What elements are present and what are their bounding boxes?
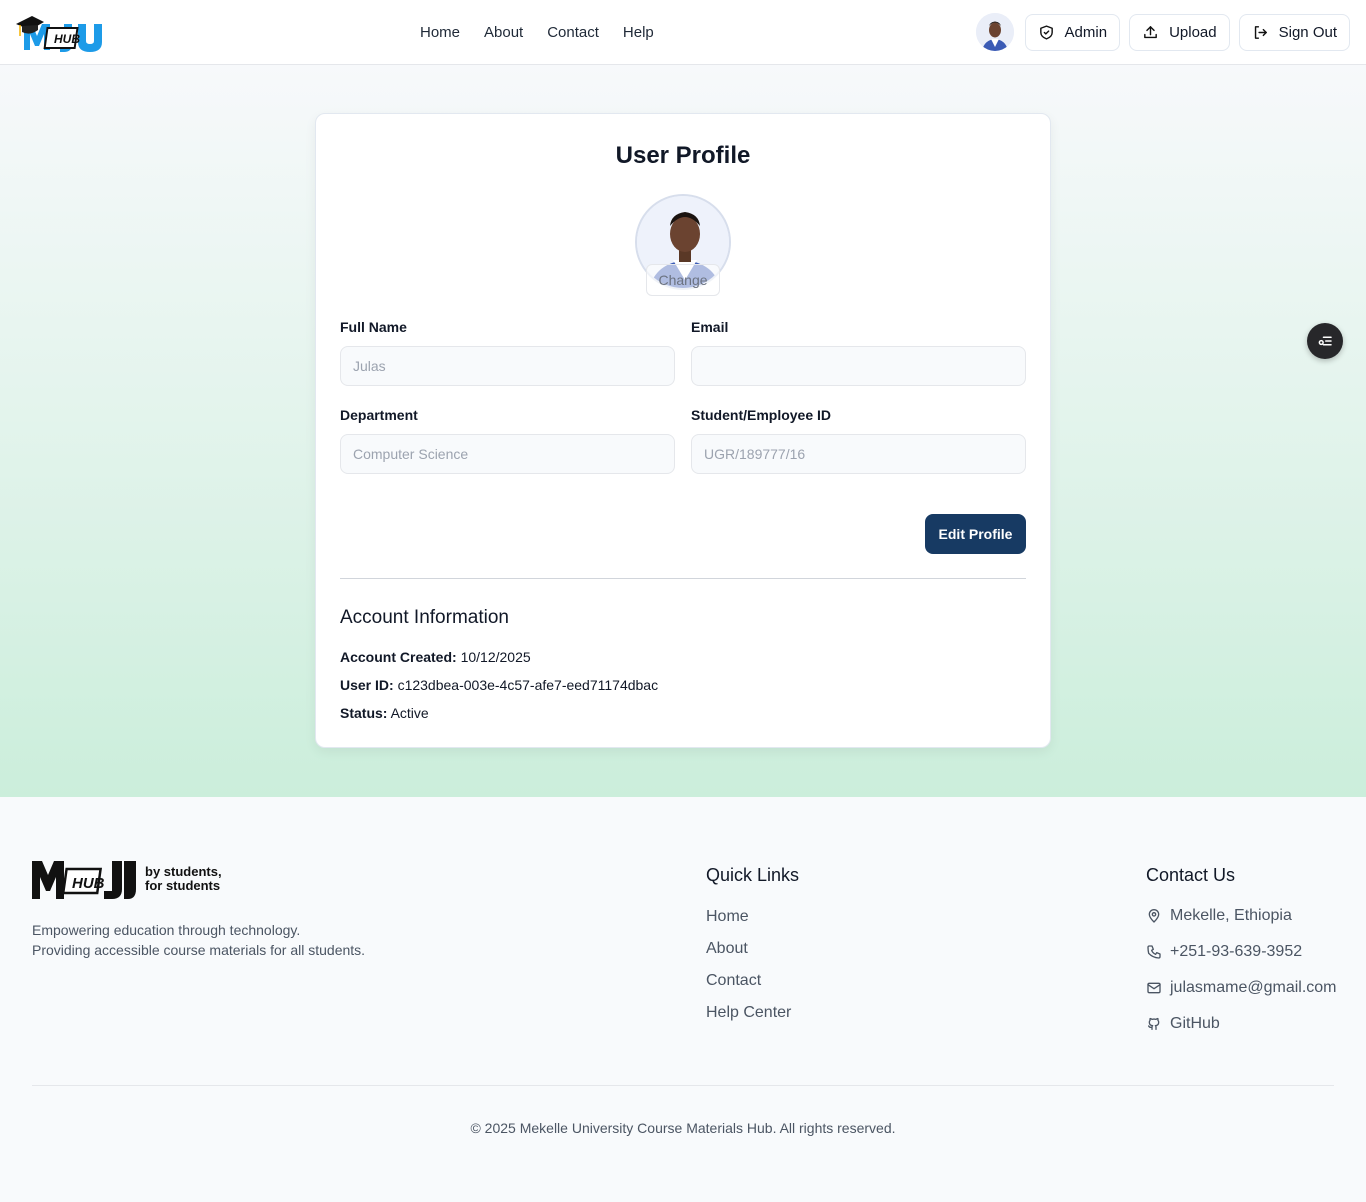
mail-icon xyxy=(1147,982,1161,994)
map-pin-icon xyxy=(1148,909,1160,923)
header-actions: Admin Upload Sign Out xyxy=(975,13,1350,51)
nav-home[interactable]: Home xyxy=(420,24,460,41)
account-info-title: Account Information xyxy=(340,607,509,628)
svg-text:for students: for students xyxy=(145,878,220,893)
contact-github[interactable]: GitHub xyxy=(1146,1015,1220,1033)
email-field[interactable] xyxy=(691,346,1026,386)
user-avatar[interactable] xyxy=(975,13,1014,51)
admin-label: Admin xyxy=(1064,23,1108,41)
quick-links-title: Quick Links xyxy=(706,865,800,885)
admin-button[interactable]: Admin xyxy=(1024,13,1121,51)
floating-menu-button[interactable] xyxy=(1307,323,1343,359)
user-id-value: c123dbea-003e-4c57-afe7-eed71174dbac xyxy=(397,677,659,693)
account-created-label: Account Created: xyxy=(340,649,457,665)
full-name-label: Full Name xyxy=(340,319,407,335)
email-text: julasmame@gmail.com xyxy=(1170,979,1337,996)
phone-icon xyxy=(1147,945,1161,959)
shield-icon xyxy=(1039,24,1053,40)
upload-button[interactable]: Upload xyxy=(1129,13,1230,51)
main-content: User Profile Change Full Name Email Depa… xyxy=(0,65,1366,797)
footer-logo[interactable]: HUB by students, for students xyxy=(32,859,242,903)
user-id-label: User ID: xyxy=(340,677,394,693)
tagline-line-1: Empowering education through technology. xyxy=(32,922,301,938)
footer-link-help-center[interactable]: Help Center xyxy=(706,1004,791,1022)
edit-profile-button[interactable]: Edit Profile xyxy=(925,514,1026,554)
sign-out-label: Sign Out xyxy=(1278,23,1337,41)
email-label: Email xyxy=(691,319,729,335)
upload-label: Upload xyxy=(1169,23,1217,41)
footer-link-home[interactable]: Home xyxy=(706,908,749,926)
sign-out-icon xyxy=(1254,25,1267,39)
svg-text:by students,: by students, xyxy=(145,864,222,879)
footer-divider xyxy=(32,1085,1334,1086)
list-settings-icon xyxy=(1318,336,1332,346)
location-text: Mekelle, Ethiopia xyxy=(1170,907,1292,924)
github-icon xyxy=(1148,1017,1160,1030)
copyright-text: © 2025 Mekelle University Course Materia… xyxy=(470,1120,896,1136)
main-nav: Home About Contact Help xyxy=(420,0,654,64)
nav-help[interactable]: Help xyxy=(623,24,654,41)
svg-text:HUB: HUB xyxy=(54,32,80,46)
sign-out-button[interactable]: Sign Out xyxy=(1238,13,1350,51)
site-footer: HUB by students, for students Empowering… xyxy=(0,797,1366,1202)
profile-card: User Profile Change Full Name Email Depa… xyxy=(315,113,1051,748)
department-field[interactable] xyxy=(340,434,675,474)
student-id-field[interactable] xyxy=(691,434,1026,474)
account-created-row: Account Created: 10/12/2025 xyxy=(340,649,531,665)
user-id-row: User ID: c123dbea-003e-4c57-afe7-eed7117… xyxy=(340,677,658,693)
status-label: Status: xyxy=(340,705,388,721)
student-id-label: Student/Employee ID xyxy=(691,407,832,423)
upload-icon xyxy=(1144,25,1157,38)
footer-link-contact[interactable]: Contact xyxy=(706,972,761,990)
nav-about[interactable]: About xyxy=(484,24,523,41)
contact-phone[interactable]: +251-93-639-3952 xyxy=(1146,943,1302,961)
phone-text: +251-93-639-3952 xyxy=(1170,943,1303,960)
tagline-line-2: Providing accessible course materials fo… xyxy=(32,942,366,958)
section-divider xyxy=(340,578,1026,579)
nav-contact[interactable]: Contact xyxy=(547,24,599,41)
footer-tagline: Empowering education through technology.… xyxy=(32,920,365,960)
top-header: HUB Home About Contact Help Admin Upload… xyxy=(0,0,1366,65)
contact-us-title: Contact Us xyxy=(1146,865,1236,885)
footer-link-about[interactable]: About xyxy=(706,940,748,958)
change-photo-button[interactable]: Change xyxy=(646,264,720,296)
status-value: Active xyxy=(390,705,429,721)
account-created-value: 10/12/2025 xyxy=(460,649,531,665)
contact-location: Mekelle, Ethiopia xyxy=(1146,907,1292,925)
page-title: User Profile xyxy=(615,142,751,169)
status-row: Status: Active xyxy=(340,705,429,721)
contact-email[interactable]: julasmame@gmail.com xyxy=(1146,979,1337,997)
site-logo[interactable]: HUB xyxy=(14,10,104,54)
department-label: Department xyxy=(340,407,418,423)
full-name-field[interactable] xyxy=(340,346,675,386)
github-text: GitHub xyxy=(1170,1015,1220,1032)
svg-text:HUB: HUB xyxy=(72,875,105,892)
